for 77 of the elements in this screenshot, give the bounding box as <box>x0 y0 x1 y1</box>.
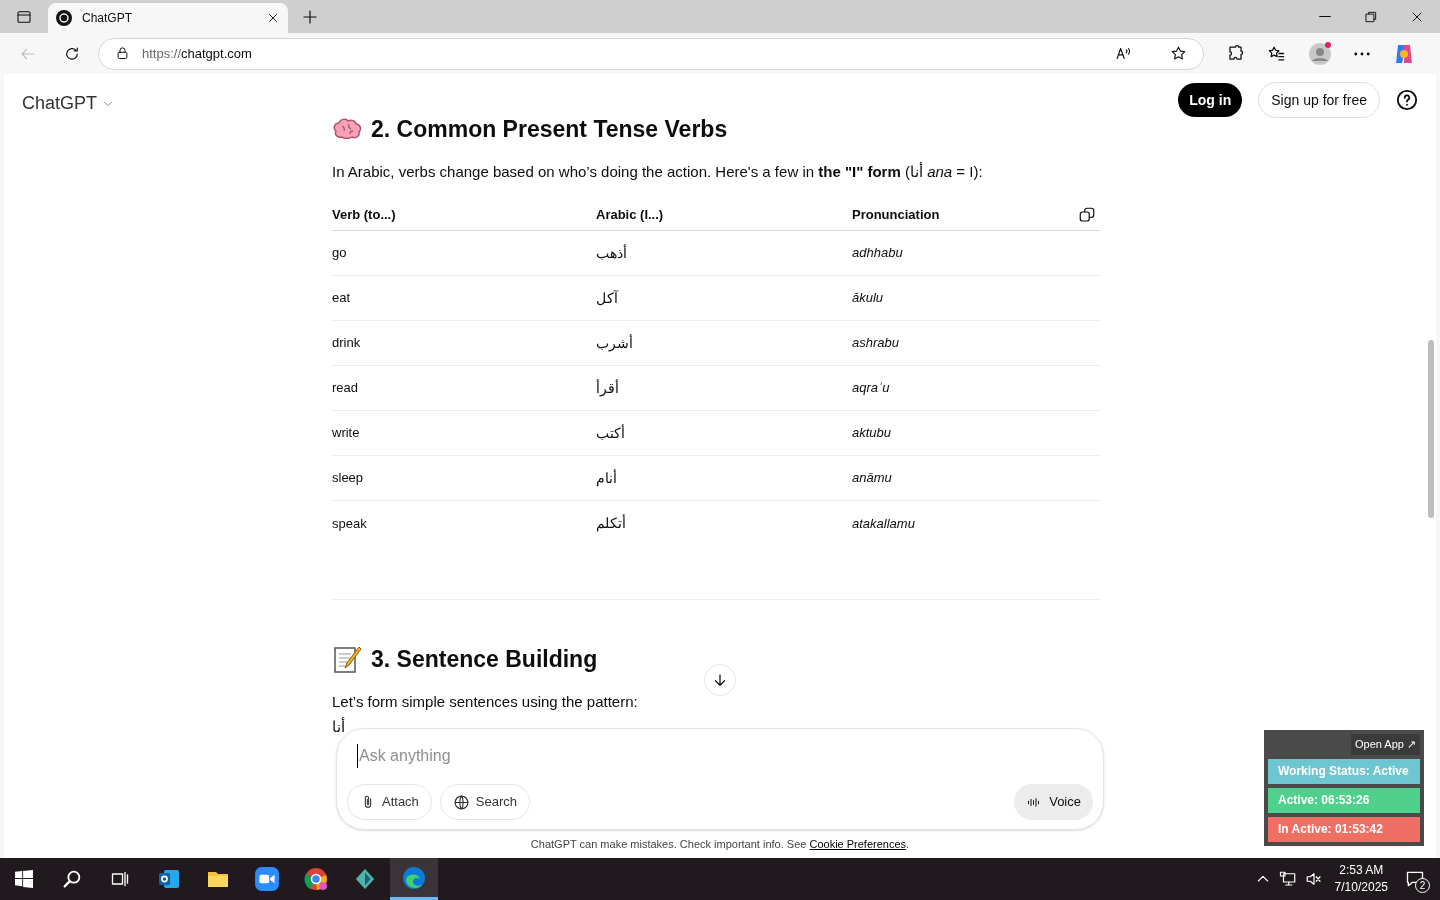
intro-paragraph: Let’s form simple sentences using the pattern: <box>332 691 639 712</box>
arabic-text: أنا <box>332 718 345 735</box>
memo-icon <box>332 644 362 675</box>
table-cell: أشرب <box>596 334 633 351</box>
table-cell: أتكلم <box>596 515 626 531</box>
open-app-button[interactable]: Open App ↗ <box>1351 734 1420 755</box>
column-header: Verb (to...) <box>332 205 397 224</box>
status-bar: Active: 06:53:26 <box>1268 787 1420 813</box>
table-cell-text: read <box>332 379 360 398</box>
table-cell: آكل <box>596 289 618 306</box>
windows-start-icon[interactable] <box>15 870 33 888</box>
table-cell-text: speak <box>332 514 368 533</box>
status-bar: Working Status: Active <box>1268 758 1420 784</box>
speaker-muted-icon <box>1304 870 1323 888</box>
read-aloud-icon <box>1115 45 1132 62</box>
notifications-icon <box>1405 869 1425 889</box>
reload-icon <box>63 44 81 63</box>
lock-icon <box>115 46 130 61</box>
table-cell-text: aqraʾu <box>852 379 891 398</box>
brain-icon <box>332 117 362 142</box>
table-cell-text: drink <box>332 334 362 353</box>
table-cell: أذهب <box>596 244 627 261</box>
table-cell-text: sleep <box>332 469 365 488</box>
section-heading: 2. Common Present Tense Verbs <box>371 115 728 144</box>
globe-icon <box>452 793 470 811</box>
edge-icon <box>402 865 426 890</box>
video-app-icon[interactable] <box>254 866 280 892</box>
section-heading: 3. Sentence Building <box>371 645 598 674</box>
table-cell-text: adhhabu <box>852 244 904 263</box>
table-cell-text: anāmu <box>852 469 893 488</box>
address-bar[interactable]: https://chatgpt.com <box>98 37 1204 70</box>
favorites-icon <box>1267 44 1286 63</box>
mail-app-icon[interactable] <box>157 867 181 891</box>
model-selector[interactable]: ChatGPT <box>22 90 314 117</box>
clock-date: 7/10/2025 <box>1334 879 1388 896</box>
table-cell: أكتب <box>596 424 625 441</box>
table-cell-text: ashrabu <box>852 334 900 353</box>
table-cell-text: aktubu <box>852 424 893 443</box>
more-icon <box>1354 51 1370 56</box>
browser-app-icon[interactable] <box>304 867 328 891</box>
profile-avatar-icon[interactable] <box>1308 41 1332 66</box>
tab-actions-icon <box>16 8 32 25</box>
restore-icon <box>1364 9 1378 24</box>
clock-time: 2:53 AM <box>1339 862 1384 879</box>
edge-taskbar-button[interactable] <box>390 858 438 900</box>
table-cell-text: write <box>332 424 361 443</box>
column-header: Arabic (I...) <box>596 205 665 224</box>
puzzle-icon <box>1226 44 1245 63</box>
minimize-icon <box>1319 15 1331 18</box>
copy-icon <box>1078 205 1096 224</box>
scrollbar-thumb[interactable] <box>1428 340 1434 518</box>
star-icon <box>1170 45 1187 62</box>
close-icon <box>266 11 280 25</box>
disclaimer-text: ChatGPT can make mistakes. Check important info. See Cookie Preferences. <box>530 837 910 852</box>
close-icon <box>1410 9 1424 24</box>
table-cell: أقرأ <box>596 379 619 396</box>
network-icon <box>1278 870 1297 888</box>
table-cell-text: eat <box>332 289 352 308</box>
table-cell-text: go <box>332 244 348 263</box>
browser-tab[interactable]: ChatGPT <box>48 3 288 33</box>
tab-title: ChatGPT <box>82 10 133 27</box>
table-cell-text: ākulu <box>852 289 885 308</box>
table-cell-text: atakallamu <box>852 514 916 533</box>
status-bar: In Active: 01:53:42 <box>1268 816 1420 842</box>
chatgpt-logo-icon <box>56 10 72 26</box>
login-button[interactable]: Log in <box>1178 83 1243 117</box>
help-icon <box>1396 89 1418 111</box>
search-icon <box>61 868 83 890</box>
diamond-app-icon[interactable] <box>354 868 376 890</box>
notification-badge: 2 <box>1415 878 1430 893</box>
voice-button[interactable]: Voice <box>1014 784 1093 820</box>
task-view-icon <box>110 869 130 889</box>
table-cell: أنام <box>596 469 617 486</box>
message-input[interactable]: Ask anything <box>357 744 757 768</box>
scroll-down-button[interactable] <box>704 664 736 696</box>
url-text: https://chatgpt.com <box>142 44 253 63</box>
column-header: Pronunciation <box>852 205 941 224</box>
